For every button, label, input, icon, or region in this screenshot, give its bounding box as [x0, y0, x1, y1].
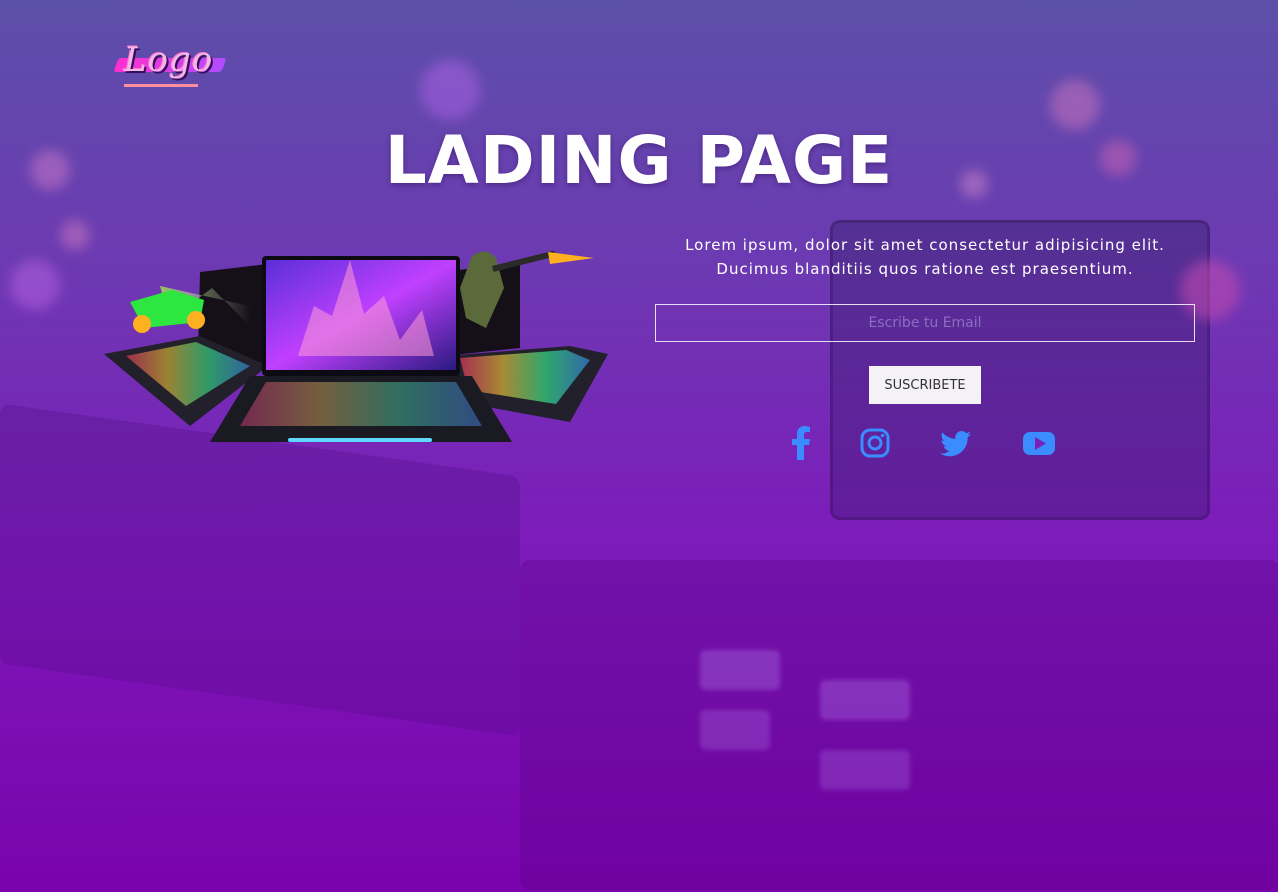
rocket-car-wheel [133, 315, 151, 333]
hero-description-line-2: Ducimus blanditiis quos ratione est prae… [716, 260, 1134, 278]
instagram-icon[interactable] [860, 426, 890, 460]
muzzle-flash [548, 252, 594, 264]
rifle [492, 250, 556, 272]
logo[interactable]: Logo [113, 38, 228, 94]
logo-text: Logo [124, 40, 214, 80]
center-laptop-light-bar [288, 438, 432, 442]
youtube-icon[interactable] [1022, 426, 1056, 460]
hero-description: Lorem ipsum, dolor sit amet consectetur … [660, 233, 1190, 281]
gaming-laptops-image [104, 250, 608, 442]
hero-description-line-1: Lorem ipsum, dolor sit amet consectetur … [685, 236, 1165, 254]
rocket-car-wheel [187, 311, 205, 329]
email-input[interactable] [655, 304, 1195, 342]
logo-underline [124, 84, 198, 87]
twitter-icon[interactable] [938, 426, 972, 460]
subscribe-button[interactable]: SUSCRIBETE [869, 366, 981, 404]
facebook-icon[interactable] [791, 426, 811, 460]
page-title: LADING PAGE [384, 122, 894, 199]
